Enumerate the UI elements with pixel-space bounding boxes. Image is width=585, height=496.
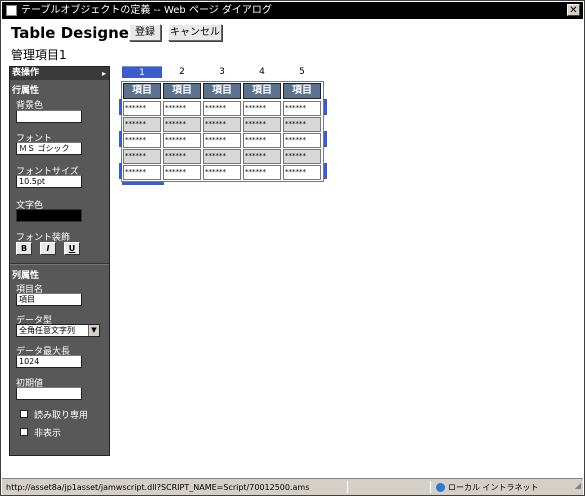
chevron-right-icon: ▸ bbox=[101, 69, 106, 78]
column-number-4[interactable]: 4 bbox=[242, 66, 282, 78]
table-cell[interactable]: ****** bbox=[203, 117, 241, 132]
underline-button[interactable]: U bbox=[64, 242, 80, 255]
column-selection-underline bbox=[122, 182, 164, 185]
max-length-field[interactable]: 1024 bbox=[16, 355, 82, 368]
table-cell[interactable]: ****** bbox=[123, 149, 161, 164]
table-cell[interactable]: ****** bbox=[283, 149, 321, 164]
item-name-field[interactable]: 項目 bbox=[16, 293, 82, 306]
page-subtitle: 管理項目1 bbox=[11, 48, 67, 62]
column-header-1[interactable]: 項目 bbox=[123, 83, 161, 99]
table-cell[interactable]: ****** bbox=[123, 133, 161, 148]
status-divider bbox=[347, 481, 348, 493]
table-cell[interactable]: ****** bbox=[203, 133, 241, 148]
table-grid: 項目 項目 項目 項目 項目 ****** ****** ****** ****… bbox=[121, 81, 324, 182]
readonly-label: 読み取り専用 bbox=[34, 411, 89, 421]
table-cell[interactable]: ****** bbox=[203, 101, 241, 116]
property-panel: 表操作 ▸ 行属性 背景色 フォント ＭＳ ゴシック フォントサイズ 10.5p… bbox=[9, 66, 110, 456]
status-url: http://asset8a/jp1asset/jamwscript.dll?S… bbox=[6, 483, 310, 492]
column-header-2[interactable]: 項目 bbox=[163, 83, 201, 99]
row-marker-right[interactable] bbox=[324, 131, 327, 147]
table-cell[interactable]: ****** bbox=[163, 149, 201, 164]
table-cell[interactable]: ****** bbox=[123, 117, 161, 132]
table-cell[interactable]: ****** bbox=[243, 149, 281, 164]
status-divider bbox=[430, 481, 431, 493]
section-divider bbox=[10, 263, 109, 265]
table-cell[interactable]: ****** bbox=[123, 101, 161, 116]
font-field[interactable]: ＭＳ ゴシック bbox=[16, 142, 82, 155]
font-size-field[interactable]: 10.5pt bbox=[16, 175, 82, 188]
data-type-select[interactable]: 全角任意文字列 ▼ bbox=[16, 324, 100, 337]
register-button[interactable]: 登録 bbox=[129, 24, 161, 41]
cancel-button[interactable]: キャンセル bbox=[168, 24, 222, 41]
table-cell[interactable]: ****** bbox=[163, 117, 201, 132]
column-header-4[interactable]: 項目 bbox=[243, 83, 281, 99]
security-zone: ローカル イントラネット bbox=[436, 480, 539, 495]
column-header-3[interactable]: 項目 bbox=[203, 83, 241, 99]
column-number-5[interactable]: 5 bbox=[282, 66, 322, 78]
data-type-value: 全角任意文字列 bbox=[19, 326, 75, 335]
dialog-window: テーブルオブジェクトの定義 -- Web ページ ダイアログ ✕ Table D… bbox=[0, 0, 585, 496]
column-attributes-title: 列属性 bbox=[12, 271, 40, 281]
table-cell[interactable]: ****** bbox=[123, 165, 161, 180]
table-ops-menu[interactable]: 表操作 ▸ bbox=[10, 67, 109, 80]
status-bar: http://asset8a/jp1asset/jamwscript.dll?S… bbox=[2, 478, 583, 495]
table-cell[interactable]: ****** bbox=[243, 133, 281, 148]
column-number-3[interactable]: 3 bbox=[202, 66, 242, 78]
column-header-5[interactable]: 項目 bbox=[283, 83, 321, 99]
page-icon bbox=[6, 5, 17, 16]
globe-icon bbox=[436, 483, 445, 492]
row-marker-right[interactable] bbox=[324, 163, 327, 179]
table-ops-label: 表操作 bbox=[12, 68, 40, 78]
text-color-swatch[interactable] bbox=[16, 209, 82, 222]
hidden-label: 非表示 bbox=[34, 429, 62, 439]
table-cell[interactable]: ****** bbox=[283, 165, 321, 180]
dialog-content: Table Designer 登録 キャンセル 管理項目1 表操作 ▸ 行属性 … bbox=[2, 19, 583, 478]
resize-grip-icon[interactable]: ◢ bbox=[575, 478, 581, 493]
row-attributes-title: 行属性 bbox=[12, 86, 40, 96]
initial-value-field[interactable] bbox=[16, 387, 82, 400]
table-cell[interactable]: ****** bbox=[203, 165, 241, 180]
row-marker-left[interactable] bbox=[119, 99, 122, 115]
table-cell[interactable]: ****** bbox=[163, 165, 201, 180]
app-title: Table Designer bbox=[11, 24, 137, 42]
hidden-checkbox[interactable] bbox=[20, 428, 28, 436]
row-marker-right[interactable] bbox=[324, 99, 327, 115]
bold-button[interactable]: B bbox=[16, 242, 32, 255]
close-button[interactable]: ✕ bbox=[567, 4, 580, 16]
table-cell[interactable]: ****** bbox=[203, 149, 241, 164]
italic-button[interactable]: I bbox=[40, 242, 56, 255]
column-number-1[interactable]: 1 bbox=[122, 66, 162, 78]
table-cell[interactable]: ****** bbox=[163, 101, 201, 116]
readonly-checkbox[interactable] bbox=[20, 410, 28, 418]
table-cell[interactable]: ****** bbox=[283, 117, 321, 132]
table-cell[interactable]: ****** bbox=[283, 133, 321, 148]
font-style-buttons: B I U bbox=[16, 242, 96, 256]
title-bar: テーブルオブジェクトの定義 -- Web ページ ダイアログ ✕ bbox=[2, 2, 583, 19]
zone-label: ローカル イントラネット bbox=[448, 483, 539, 492]
row-marker-left[interactable] bbox=[119, 163, 122, 179]
column-number-2[interactable]: 2 bbox=[162, 66, 202, 78]
bg-color-field[interactable] bbox=[16, 110, 82, 123]
table-cell[interactable]: ****** bbox=[163, 133, 201, 148]
table-cell[interactable]: ****** bbox=[243, 165, 281, 180]
table-cell[interactable]: ****** bbox=[243, 101, 281, 116]
chevron-down-icon[interactable]: ▼ bbox=[88, 325, 99, 336]
table-cell[interactable]: ****** bbox=[283, 101, 321, 116]
row-marker-left[interactable] bbox=[119, 131, 122, 147]
table-cell[interactable]: ****** bbox=[243, 117, 281, 132]
window-title: テーブルオブジェクトの定義 -- Web ページ ダイアログ bbox=[21, 5, 272, 16]
